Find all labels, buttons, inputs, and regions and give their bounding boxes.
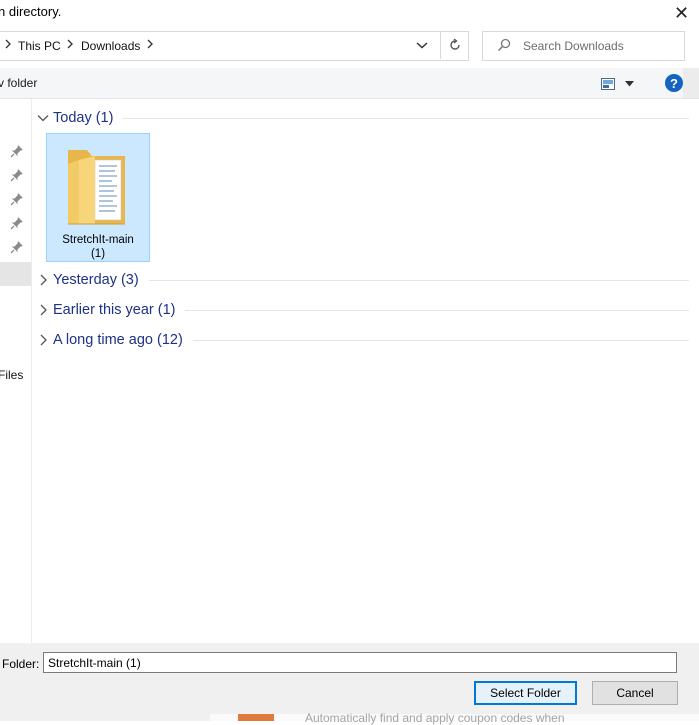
chevron-right-icon[interactable] [146,38,154,53]
breadcrumb-downloads[interactable]: Downloads [81,39,140,53]
group-divider [185,309,689,311]
view-icon [601,78,615,90]
pin-icon[interactable] [10,144,24,158]
close-icon: ✕ [673,2,690,23]
close-button[interactable]: ✕ [664,0,699,26]
pin-icon[interactable] [10,240,24,254]
group-divider [192,339,689,341]
refresh-icon [449,38,460,50]
pin-icon[interactable] [10,168,24,182]
help-button[interactable]: ? [665,74,683,92]
pin-icon[interactable] [10,192,24,206]
folder-name: StretchIt-main [62,234,134,246]
search-placeholder: Search Downloads [523,39,624,53]
pin-icon[interactable] [10,216,24,230]
address-history-dropdown[interactable] [410,31,434,59]
new-folder-button[interactable]: v folder [0,76,37,90]
select-folder-button[interactable]: Select Folder [474,681,577,705]
group-divider [123,117,689,119]
nav-item-files[interactable]: Files [0,368,23,382]
group-header-earlier-this-year[interactable]: Earlier this year (1) [36,299,689,321]
chevron-down-icon [416,42,428,49]
group-title: Today (1) [53,110,114,126]
group-title: Yesterday (3) [53,272,139,288]
folder-icon [68,150,125,225]
chevron-right-icon[interactable] [66,38,74,53]
chevron-right-icon[interactable] [36,333,50,347]
search-icon [497,38,511,57]
title-bar: n directory. ✕ [0,0,699,28]
cancel-button[interactable]: Cancel [592,681,678,705]
group-header-today[interactable]: Today (1) [36,107,689,129]
refresh-button[interactable] [440,31,468,59]
group-header-long-time-ago[interactable]: A long time ago (12) [36,329,689,351]
scrollbar-corner [683,68,699,98]
folder-name-input[interactable] [43,652,677,673]
search-box[interactable]: Search Downloads [482,31,685,61]
chevron-right-icon[interactable] [36,273,50,287]
breadcrumb-this-pc[interactable]: This PC [18,39,61,53]
folder-name-suffix: (1) [90,248,106,260]
group-header-yesterday[interactable]: Yesterday (3) [36,269,689,291]
chevron-right-icon[interactable] [4,38,12,53]
folder-item-label: StretchIt-main (1) [47,233,149,261]
group-title: Earlier this year (1) [53,302,176,318]
command-bar: v folder ? [0,68,699,99]
help-icon: ? [670,75,678,91]
chevron-right-icon[interactable] [36,303,50,317]
background-window-text: Automatically find and apply coupon code… [305,711,565,725]
address-bar[interactable]: This PC Downloads [0,31,469,61]
dropdown-arrow-icon [625,81,634,87]
folder-field-label: Folder: [2,657,40,671]
nav-item-selected[interactable] [0,262,31,286]
background-logo [238,714,274,721]
group-title: A long time ago (12) [53,332,183,348]
group-divider [148,279,689,281]
chevron-down-icon[interactable] [36,111,50,125]
change-view-button[interactable] [601,75,639,93]
window-title: n directory. [0,4,62,19]
folder-item-stretchit-main[interactable]: StretchIt-main (1) [46,133,150,262]
